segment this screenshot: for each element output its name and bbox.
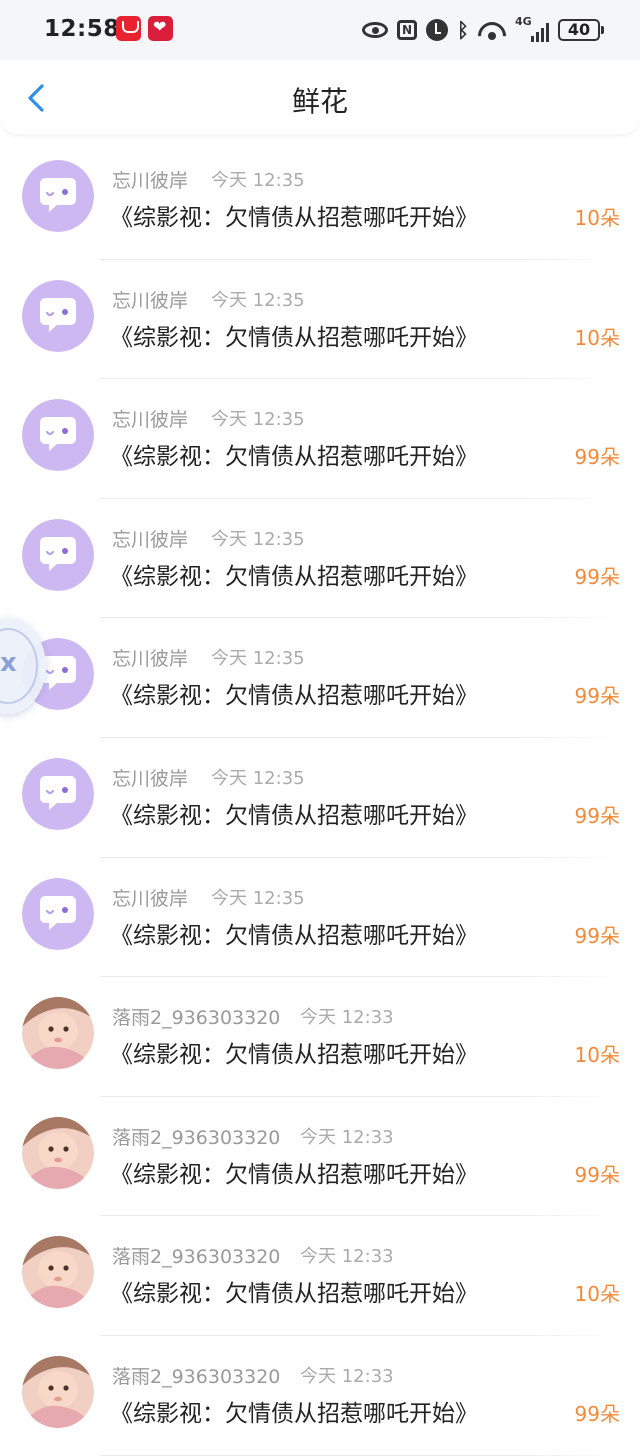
timestamp: 今天 12:35 bbox=[211, 528, 305, 550]
book-title: 《综影视：欠情债从招惹哪吒开始》 bbox=[110, 1042, 478, 1069]
username: 忘川彼岸 bbox=[112, 528, 189, 551]
huawei-app-icon bbox=[116, 16, 141, 41]
book-title: 《综影视：欠情债从招惹哪吒开始》 bbox=[110, 1281, 478, 1308]
timestamp: 今天 12:35 bbox=[211, 648, 305, 670]
alarm-icon bbox=[426, 19, 448, 41]
battery-icon: 40 bbox=[558, 19, 604, 41]
username: 忘川彼岸 bbox=[112, 887, 189, 910]
timestamp: 今天 12:33 bbox=[300, 1126, 394, 1148]
book-title: 《综影视：欠情债从招惹哪吒开始》 bbox=[110, 1400, 478, 1427]
list-item[interactable]: 忘川彼岸 今天 12:35 《综影视：欠情债从招惹哪吒开始》 99朵 bbox=[0, 618, 640, 738]
book-title: 《综影视：欠情债从招惹哪吒开始》 bbox=[110, 922, 478, 949]
avatar[interactable] bbox=[22, 1236, 94, 1309]
book-title: 《综影视：欠情债从招惹哪吒开始》 bbox=[110, 1161, 478, 1188]
username: 落雨2_936303320 bbox=[112, 1246, 281, 1269]
flower-count: 99朵 bbox=[574, 684, 620, 709]
timestamp: 今天 12:35 bbox=[211, 170, 305, 191]
eye-icon bbox=[362, 22, 388, 38]
avatar[interactable] bbox=[22, 877, 94, 950]
flower-count: 10朵 bbox=[574, 1282, 620, 1307]
avatar[interactable] bbox=[22, 399, 94, 472]
book-title: 《综影视：欠情债从招惹哪吒开始》 bbox=[110, 563, 478, 590]
list-item[interactable]: 忘川彼岸 今天 12:35 《综影视：欠情债从招惹哪吒开始》 10朵 bbox=[0, 260, 640, 380]
flower-count: 99朵 bbox=[574, 923, 620, 948]
list-item[interactable]: 落雨2_936303320 今天 12:33 《综影视：欠情债从招惹哪吒开始》 … bbox=[0, 977, 640, 1097]
list-item[interactable]: 忘川彼岸 今天 12:35 《综影视：欠情债从招惹哪吒开始》 99朵 bbox=[0, 499, 640, 619]
username: 落雨2_936303320 bbox=[112, 1126, 281, 1149]
flower-count: 99朵 bbox=[574, 803, 620, 828]
book-title: 《综影视：欠情债从招惹哪吒开始》 bbox=[110, 683, 478, 710]
timestamp: 今天 12:33 bbox=[300, 1365, 394, 1387]
flower-count: 10朵 bbox=[574, 1043, 620, 1068]
avatar[interactable] bbox=[22, 757, 94, 830]
timestamp: 今天 12:35 bbox=[211, 409, 305, 431]
avatar[interactable] bbox=[22, 518, 94, 591]
timestamp: 今天 12:35 bbox=[211, 289, 305, 311]
nfc-icon: N bbox=[397, 20, 417, 40]
timestamp: 今天 12:33 bbox=[300, 1007, 394, 1029]
network-type: 4G bbox=[515, 15, 532, 28]
status-bar: 12:58 N ᛒ 4G 40 bbox=[0, 0, 640, 60]
avatar[interactable] bbox=[22, 160, 94, 232]
list-item[interactable]: 忘川彼岸 今天 12:35 《综影视：欠情债从招惹哪吒开始》 99朵 bbox=[0, 379, 640, 499]
username: 忘川彼岸 bbox=[112, 409, 189, 432]
flower-count: 99朵 bbox=[574, 445, 620, 470]
status-icons: N ᛒ 4G 40 bbox=[362, 14, 604, 46]
avatar[interactable] bbox=[22, 279, 94, 352]
timestamp: 今天 12:33 bbox=[300, 1246, 394, 1268]
list-item[interactable]: 忘川彼岸 今天 12:35 《综影视：欠情债从招惹哪吒开始》 99朵 bbox=[0, 738, 640, 858]
flower-count: 99朵 bbox=[574, 1401, 620, 1426]
flower-count: 10朵 bbox=[574, 206, 620, 230]
divider bbox=[100, 1454, 620, 1456]
status-time: 12:58 bbox=[44, 16, 120, 42]
timestamp: 今天 12:35 bbox=[211, 887, 305, 909]
list-item[interactable]: 落雨2_936303320 今天 12:33 《综影视：欠情债从招惹哪吒开始》 … bbox=[0, 1097, 640, 1217]
username: 忘川彼岸 bbox=[112, 289, 189, 312]
book-title: 《综影视：欠情债从招惹哪吒开始》 bbox=[110, 802, 478, 829]
bluetooth-icon: ᛒ bbox=[457, 18, 469, 42]
signal-icon: 4G bbox=[515, 15, 549, 42]
book-title: 《综影视：欠情债从招惹哪吒开始》 bbox=[110, 205, 478, 231]
avatar[interactable] bbox=[22, 997, 94, 1070]
username: 忘川彼岸 bbox=[112, 767, 189, 790]
avatar[interactable] bbox=[22, 1116, 94, 1189]
username: 忘川彼岸 bbox=[112, 170, 189, 192]
username: 落雨2_936303320 bbox=[112, 1007, 281, 1030]
book-title: 《综影视：欠情债从招惹哪吒开始》 bbox=[110, 444, 478, 471]
flower-count: 99朵 bbox=[574, 1162, 620, 1187]
flower-count: 10朵 bbox=[574, 325, 620, 350]
wifi-icon bbox=[478, 20, 506, 40]
list-item[interactable]: 忘川彼岸 今天 12:35 《综影视：欠情债从招惹哪吒开始》 99朵 bbox=[0, 858, 640, 978]
list-item[interactable]: 落雨2_936303320 今天 12:33 《综影视：欠情债从招惹哪吒开始》 … bbox=[0, 1216, 640, 1336]
timestamp: 今天 12:35 bbox=[211, 767, 305, 789]
book-title: 《综影视：欠情债从招惹哪吒开始》 bbox=[110, 324, 478, 351]
username: 忘川彼岸 bbox=[112, 648, 189, 671]
avatar[interactable] bbox=[22, 1355, 94, 1428]
list-item[interactable]: 忘川彼岸 今天 12:35 《综影视：欠情债从招惹哪吒开始》 10朵 bbox=[0, 140, 640, 260]
flower-count: 99朵 bbox=[574, 564, 620, 589]
nav-bar: 鲜花 bbox=[0, 60, 640, 134]
favorites-app-icon bbox=[148, 16, 173, 41]
page-title: 鲜花 bbox=[291, 85, 348, 118]
gift-list: 忘川彼岸 今天 12:35 《综影视：欠情债从招惹哪吒开始》 10朵 忘川彼岸 … bbox=[0, 140, 640, 1456]
list-item[interactable]: 落雨2_936303320 今天 12:33 《综影视：欠情债从招惹哪吒开始》 … bbox=[0, 1336, 640, 1456]
username: 落雨2_936303320 bbox=[112, 1365, 281, 1388]
